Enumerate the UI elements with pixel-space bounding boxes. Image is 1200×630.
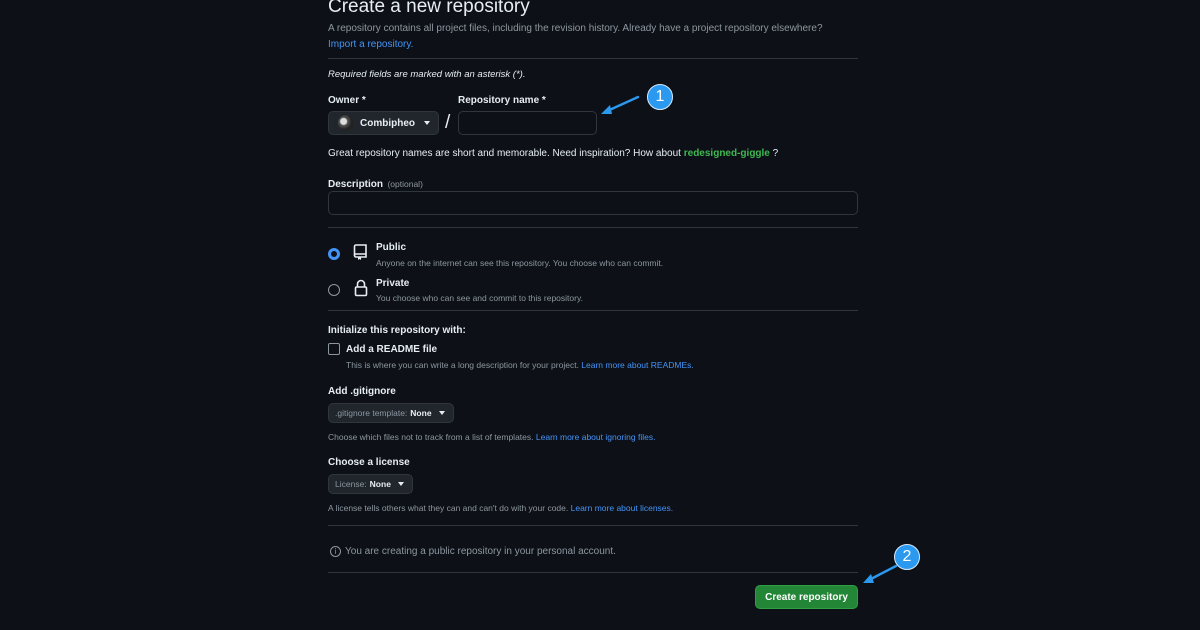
required-note: Required fields are marked with an aster… (328, 69, 526, 80)
license-description: A license tells others what they can and… (328, 503, 569, 513)
repo-name-input[interactable] (458, 111, 597, 135)
page-description: A repository contains all project files,… (328, 23, 823, 34)
private-description: You choose who can see and commit to thi… (376, 293, 583, 303)
divider (328, 525, 858, 526)
license-value: None (369, 479, 391, 489)
divider (328, 310, 858, 311)
lock-icon (354, 279, 368, 297)
annotation-arrow-1 (601, 95, 640, 114)
gitignore-description-row: Choose which files not to track from a l… (328, 432, 655, 442)
readme-learn-more-link[interactable]: Learn more about READMEs. (581, 360, 693, 370)
private-label: Private (376, 278, 410, 289)
gitignore-heading: Add .gitignore (328, 386, 396, 397)
owner-label: Owner * (328, 95, 366, 106)
private-radio[interactable] (328, 284, 340, 296)
gitignore-learn-more-link[interactable]: Learn more about ignoring files. (536, 432, 656, 442)
gitignore-description: Choose which files not to track from a l… (328, 432, 534, 442)
annotation-badge-1: 1 (647, 84, 673, 110)
create-repository-button[interactable]: Create repository (755, 585, 858, 609)
info-message-row: i You are creating a public repository i… (330, 546, 616, 557)
description-label: Description (328, 179, 384, 190)
repo-icon (353, 244, 367, 260)
name-hint: Great repository names are short and mem… (328, 148, 778, 159)
divider (328, 58, 858, 59)
divider (328, 227, 858, 228)
owner-repo-separator: / (445, 112, 451, 133)
owner-dropdown[interactable]: Combipheo (328, 111, 439, 135)
divider (328, 572, 858, 573)
import-repository-link[interactable]: Import a repository. (328, 39, 413, 50)
public-description: Anyone on the internet can see this repo… (376, 258, 664, 268)
public-radio[interactable] (328, 248, 340, 260)
owner-name: Combipheo (360, 117, 415, 129)
initialize-heading: Initialize this repository with: (328, 325, 466, 336)
license-heading: Choose a license (328, 457, 410, 468)
readme-label: Add a README file (346, 344, 438, 355)
gitignore-dropdown[interactable]: .gitignore template: None (328, 403, 454, 423)
annotation-badge-2: 2 (894, 544, 920, 570)
description-input[interactable] (328, 191, 858, 215)
caret-down-icon (424, 121, 430, 125)
avatar (338, 115, 354, 131)
info-icon: i (330, 546, 341, 557)
readme-description: This is where you can write a long descr… (346, 360, 579, 370)
caret-down-icon (438, 411, 445, 415)
page-title: Create a new repository (328, 0, 530, 17)
license-dropdown[interactable]: License: None (328, 474, 413, 494)
readme-description-row: This is where you can write a long descr… (346, 360, 694, 370)
description-label-row: Description (optional) (328, 174, 423, 192)
license-prefix: License: (335, 479, 367, 489)
optional-tag: (optional) (387, 179, 423, 189)
annotation-arrow-2 (863, 564, 898, 583)
info-message: You are creating a public repository in … (345, 546, 616, 557)
caret-down-icon (397, 482, 404, 486)
gitignore-prefix: .gitignore template: (335, 408, 408, 418)
name-hint-text: Great repository names are short and mem… (328, 148, 681, 159)
gitignore-value: None (410, 408, 432, 418)
license-description-row: A license tells others what they can and… (328, 503, 673, 513)
readme-checkbox[interactable] (328, 343, 340, 355)
name-hint-suffix: ? (772, 148, 779, 159)
license-learn-more-link[interactable]: Learn more about licenses. (571, 503, 674, 513)
name-suggestion-link[interactable]: redesigned-giggle (684, 148, 770, 159)
public-label: Public (376, 242, 407, 253)
repo-name-label: Repository name * (458, 95, 546, 106)
